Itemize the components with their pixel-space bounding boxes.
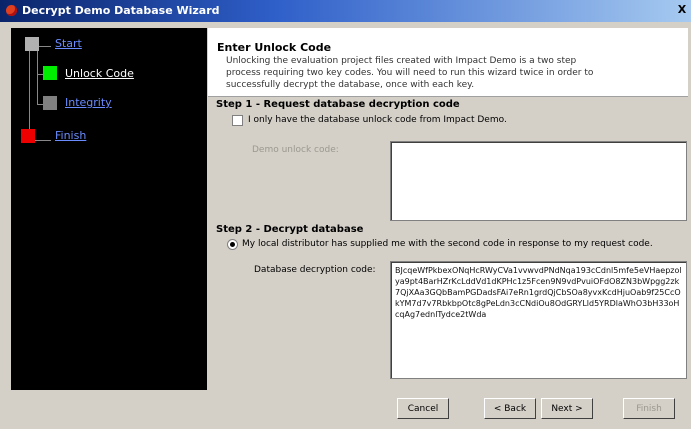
decryption-code-value: BJcqeWfPkbexONqHcRWyCVa1vvwvdPNdNqa193cC… xyxy=(395,266,682,319)
step-label: Start xyxy=(55,37,82,50)
page-description: Unlocking the evaluation project files c… xyxy=(226,56,594,90)
app-icon xyxy=(6,5,17,16)
step-label: Unlock Code xyxy=(65,67,134,80)
step-label: Integrity xyxy=(65,96,112,109)
demo-unlock-code-label: Demo unlock code: xyxy=(252,145,339,155)
page-title: Enter Unlock Code xyxy=(217,41,332,54)
step-status-box xyxy=(43,66,57,80)
step-status-box xyxy=(43,96,57,110)
step-tree-panel: Start Unlock Code Integrity Finish xyxy=(11,28,207,390)
decryption-code-field[interactable]: BJcqeWfPkbexONqHcRWyCVa1vvwvdPNdNqa193cC… xyxy=(390,261,687,379)
wizard-window: Decrypt Demo Database Wizard X Start Unl… xyxy=(0,0,691,429)
radio-selected-dot xyxy=(230,242,235,247)
page-content: Step 1 - Request database decryption cod… xyxy=(208,96,688,391)
finish-button[interactable]: Finish xyxy=(623,398,675,419)
step-status-box xyxy=(25,37,39,51)
tree-connector xyxy=(29,46,30,140)
distributor-code-radio[interactable] xyxy=(227,239,238,250)
close-button[interactable]: X xyxy=(675,3,689,17)
demo-unlock-code-field[interactable] xyxy=(390,141,687,221)
next-button[interactable]: Next > xyxy=(541,398,593,419)
distributor-code-label: My local distributor has supplied me wit… xyxy=(242,239,653,249)
cancel-button[interactable]: Cancel xyxy=(397,398,449,419)
step-status-box xyxy=(21,129,35,143)
demo-code-only-label: I only have the database unlock code fro… xyxy=(248,115,507,125)
wizard-page: Enter Unlock Code Unlocking the evaluati… xyxy=(208,28,688,391)
demo-code-only-checkbox[interactable] xyxy=(232,115,243,126)
page-header: Enter Unlock Code Unlocking the evaluati… xyxy=(208,28,688,96)
decryption-code-label: Database decryption code: xyxy=(254,265,376,275)
tree-connector xyxy=(37,46,38,104)
title-bar[interactable]: Decrypt Demo Database Wizard X xyxy=(0,0,691,22)
back-button[interactable]: < Back xyxy=(484,398,536,419)
step2-title: Step 2 - Decrypt database xyxy=(216,224,364,235)
step1-title: Step 1 - Request database decryption cod… xyxy=(216,99,460,110)
step-label: Finish xyxy=(55,129,87,142)
window-title: Decrypt Demo Database Wizard xyxy=(22,4,220,17)
